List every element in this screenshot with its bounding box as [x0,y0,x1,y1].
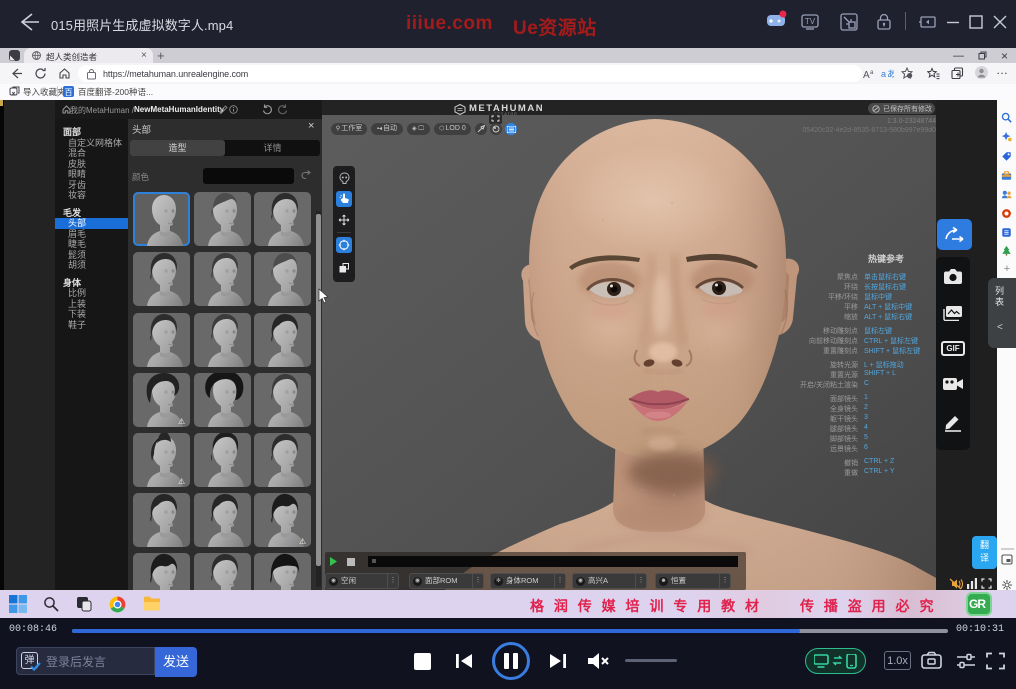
svg-text:TV: TV [805,17,816,26]
svg-text:A: A [863,70,870,80]
svg-text:あ: あ [887,69,894,79]
svg-text:a: a [870,70,874,76]
svg-text:а: а [881,69,886,79]
